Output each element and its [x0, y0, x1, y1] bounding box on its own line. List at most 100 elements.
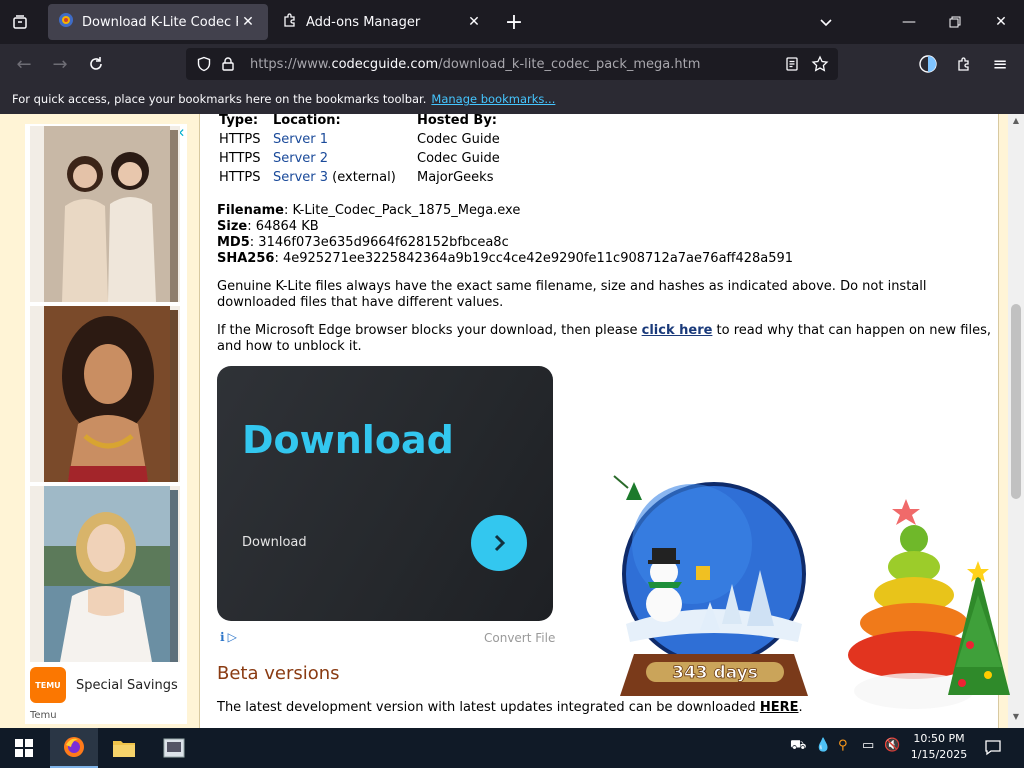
- tab-add-ons-manager[interactable]: Add-ons Manager ✕: [272, 4, 494, 40]
- new-tab-button[interactable]: +: [498, 6, 530, 38]
- start-button[interactable]: [0, 728, 48, 768]
- url-scheme: https://www.: [250, 56, 332, 72]
- mirror-host: Codec Guide: [417, 151, 500, 166]
- download-arrow-button[interactable]: [471, 515, 527, 571]
- mirror-table-header: Type: Location: Hosted By:: [219, 114, 639, 131]
- reader-view-icon[interactable]: [780, 52, 804, 76]
- ad-product-image[interactable]: [30, 126, 180, 302]
- extensions-icon[interactable]: [948, 48, 980, 80]
- christmas-countdown-widget[interactable]: 343 days: [612, 474, 822, 709]
- click-here-link[interactable]: click here: [642, 323, 713, 338]
- download-ad-widget[interactable]: Download Download: [217, 366, 553, 621]
- md5-label: MD5: [217, 235, 250, 250]
- search-tray-icon[interactable]: ⚲: [838, 738, 848, 753]
- scroll-up-arrow-icon[interactable]: ▲: [1008, 116, 1024, 130]
- server-1-link[interactable]: Server 1: [273, 132, 328, 147]
- minimize-button[interactable]: —: [886, 0, 932, 44]
- firefox-icon: [64, 737, 84, 757]
- chevron-right-icon: [494, 534, 506, 552]
- media-app-icon: [163, 738, 185, 758]
- size-value: : 64864 KB: [247, 219, 319, 234]
- list-all-tabs-icon[interactable]: [810, 6, 842, 38]
- manage-bookmarks-link[interactable]: Manage bookmarks...: [431, 92, 555, 106]
- mirror-location: Server 3 (external): [273, 170, 396, 185]
- ad-cta-text[interactable]: Special Savings: [76, 678, 178, 693]
- taskbar-firefox[interactable]: [50, 728, 98, 768]
- ad-brand-row[interactable]: TEMU Special Savings: [25, 664, 187, 706]
- filename-line: Filename: K-Lite_Codec_Pack_1875_Mega.ex…: [217, 203, 520, 218]
- bookmark-star-icon[interactable]: [808, 52, 832, 76]
- firefox-account-icon[interactable]: [912, 48, 944, 80]
- bookmarks-hint: For quick access, place your bookmarks h…: [12, 92, 427, 106]
- download-widget-subtitle[interactable]: Download: [242, 535, 307, 550]
- clock-date: 1/15/2025: [910, 748, 968, 761]
- col-location: Location:: [273, 114, 341, 128]
- size-label: Size: [217, 219, 248, 234]
- ad-advertiser: Temu: [30, 710, 57, 721]
- mirror-row: HTTPS Server 3 (external) MajorGeeks: [219, 170, 639, 188]
- firefox-favicon-icon: [58, 12, 74, 32]
- mirror-host: MajorGeeks: [417, 170, 494, 185]
- sha256-line: SHA256: 4e925271ee3225842364a9b19cc4ce42…: [217, 251, 793, 266]
- snow-globe-icon: 343 days: [613, 475, 808, 696]
- filename-value: : K-Lite_Codec_Pack_1875_Mega.exe: [284, 203, 521, 218]
- ad-product-image[interactable]: [30, 306, 180, 482]
- server-2-link[interactable]: Server 2: [273, 151, 328, 166]
- genuine-note: Genuine K-Lite files always have the exa…: [217, 279, 927, 310]
- ad-product-image[interactable]: [30, 486, 180, 662]
- col-hosted-by: Hosted By:: [417, 114, 497, 128]
- url-path: /download_k-lite_codec_pack_mega.htm: [438, 56, 701, 72]
- tracking-protection-shield-icon[interactable]: [192, 52, 216, 76]
- mirror-type: HTTPS: [219, 170, 261, 185]
- md5-value: : 3146f073e635d9664f628152bfbcea8c: [249, 235, 509, 250]
- close-window-button[interactable]: ✕: [978, 0, 1024, 44]
- sha256-label: SHA256: [217, 251, 275, 266]
- taskbar-app[interactable]: [150, 728, 198, 768]
- server-3-link[interactable]: Server 3: [273, 170, 328, 185]
- windows-logo-icon: [15, 739, 33, 757]
- tab-k-lite-download[interactable]: Download K-Lite Codec Pack M ✕: [48, 4, 268, 40]
- mirror-type: HTTPS: [219, 132, 261, 147]
- sha256-value: : 4e925271ee3225842364a9b19cc4ce42e9290f…: [274, 251, 794, 266]
- restore-button[interactable]: [932, 0, 978, 44]
- close-tab-icon[interactable]: ✕: [238, 14, 258, 30]
- taskbar-file-explorer[interactable]: [100, 728, 148, 768]
- filename-label: Filename: [217, 203, 284, 218]
- scroll-thumb[interactable]: [1011, 304, 1021, 499]
- ad-info-icons[interactable]: ℹ ▷: [220, 630, 237, 644]
- network-tray-icon[interactable]: ▭: [862, 738, 874, 753]
- notification-center-icon[interactable]: [984, 738, 1002, 760]
- mirror-row: HTTPS Server 1 Codec Guide: [219, 132, 639, 150]
- forward-button[interactable]: →: [44, 48, 76, 80]
- countdown-days-text: 343 days: [672, 663, 758, 683]
- ad-info-icon[interactable]: ℹ: [220, 630, 225, 644]
- back-button[interactable]: ←: [8, 48, 40, 80]
- download-widget-title[interactable]: Download: [242, 418, 454, 462]
- url-host: codecguide.com: [331, 56, 439, 72]
- volume-muted-icon[interactable]: 🔇: [884, 738, 900, 753]
- temu-ad[interactable]: ▷ ✕: [25, 124, 187, 724]
- convert-file-text[interactable]: Convert File: [484, 631, 555, 645]
- col-type: Type:: [219, 114, 259, 128]
- address-bar[interactable]: https://www.codecguide.com/download_k-li…: [186, 48, 838, 80]
- navigation-toolbar: ← → https://www.codecguide.com/download_…: [0, 44, 1024, 84]
- network-app-tray-icon[interactable]: ⛟: [790, 738, 806, 755]
- lock-icon[interactable]: [216, 52, 240, 76]
- reload-button[interactable]: [80, 48, 112, 80]
- close-tab-icon[interactable]: ✕: [464, 14, 484, 30]
- beta-versions-heading: Beta versions: [217, 663, 340, 684]
- url-text[interactable]: https://www.codecguide.com/download_k-li…: [250, 57, 700, 72]
- hamburger-menu-icon[interactable]: ≡: [984, 48, 1016, 80]
- folder-icon: [113, 741, 135, 757]
- system-clock[interactable]: 10:50 PM 1/15/2025: [904, 731, 974, 763]
- puzzle-icon: [282, 12, 298, 32]
- droplet-tray-icon[interactable]: 💧: [815, 738, 831, 753]
- adchoices-icon[interactable]: ▷: [228, 630, 237, 644]
- mirror-type: HTTPS: [219, 151, 261, 166]
- tab-title: Download K-Lite Codec Pack M: [82, 14, 238, 30]
- bookmarks-toolbar: For quick access, place your bookmarks h…: [0, 84, 1024, 114]
- md5-line: MD5: 3146f073e635d9664f628152bfbcea8c: [217, 235, 509, 250]
- tab-title: Add-ons Manager: [306, 14, 421, 30]
- tab-overview-icon[interactable]: [4, 6, 36, 38]
- temu-logo[interactable]: TEMU: [30, 667, 66, 703]
